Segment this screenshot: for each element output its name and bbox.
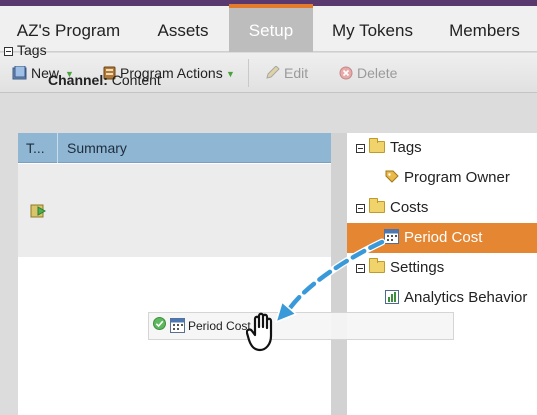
tree-item-program-owner[interactable]: Program Owner [385,163,510,193]
tab-members[interactable]: Members [432,6,537,52]
tag-icon [385,170,399,183]
channel-value: Content [111,72,161,88]
channel-row[interactable]: Channel: Content [48,72,161,88]
check-icon [153,317,166,330]
analytics-icon [385,290,399,304]
tree-item-period-cost[interactable]: Period Cost [347,223,537,253]
tree-item-analytics-behavior[interactable]: Analytics Behavior [385,283,527,313]
tree-folder-tags[interactable]: Tags [356,133,422,163]
column-header-summary[interactable]: Summary [67,133,127,163]
delete-button[interactable]: Delete [339,53,409,93]
tab-setup[interactable]: Setup [229,4,313,52]
tab-assets[interactable]: Assets [137,6,229,52]
drag-ghost: Period Cost [148,312,454,340]
drag-ghost-label: Period Cost [188,319,251,333]
calendar-icon [384,229,399,244]
folder-icon [369,138,385,153]
panel-splitter[interactable] [331,133,347,415]
chevron-down-icon: ▼ [226,69,235,79]
grid-group-tags[interactable]: Tags [4,42,47,58]
toolbar-divider [248,59,249,87]
summary-grid: T... Summary [18,133,331,415]
column-header-type[interactable]: T... [18,133,58,163]
collapse-icon[interactable] [356,203,365,213]
collapse-icon[interactable] [4,46,13,56]
grid-group [18,164,331,257]
channel-icon [30,204,47,218]
folder-icon [369,198,385,213]
tree-folder-costs[interactable]: Costs [356,193,428,223]
channel-key: Channel: [48,72,108,88]
collapse-icon[interactable] [356,263,365,273]
tab-my-tokens[interactable]: My Tokens [313,6,432,52]
tab-bar: AZ's Program Assets Setup My Tokens Memb… [0,4,537,52]
grab-cursor-icon [246,312,273,352]
folder-icon [369,258,385,273]
grid-header: T... Summary [18,133,331,163]
tree-folder-settings[interactable]: Settings [356,253,444,283]
group-label: Tags [17,42,47,58]
delete-icon [339,66,353,80]
pencil-icon [266,66,280,79]
new-icon [12,66,27,80]
collapse-icon[interactable] [356,143,365,153]
edit-button[interactable]: Edit [265,53,315,93]
calendar-icon [170,318,185,333]
